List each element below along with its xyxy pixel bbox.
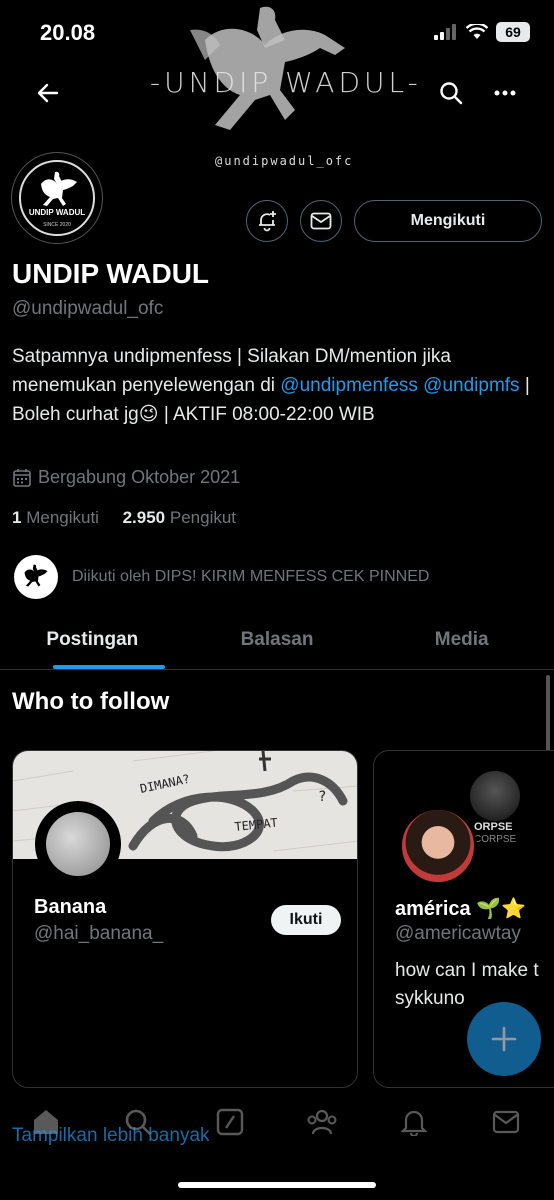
signal-icon [434,24,456,40]
followers-label: Pengikut [169,508,237,527]
tab-media[interactable]: Media [369,610,554,669]
avatar-name-text: UNDIP WADUL [28,208,86,217]
followers-count: 2.950 [122,508,166,527]
status-time: 20.08 [40,20,96,45]
avatar-since-text: SINCE 2020 [43,222,71,228]
more-button[interactable] [485,73,525,113]
grok-icon [216,1108,244,1136]
who-to-follow-title: Who to follow [12,688,170,715]
followed-by[interactable]: Diikuti oleh DIPS! KIRIM MENFESS CEK PIN… [14,555,429,599]
suggestion-card-banana[interactable]: DIMANA? TEMPAT ? Banana @hai_banana_ Iku… [12,750,358,1088]
following-label: Mengikuti [26,508,99,527]
wifi-icon [466,24,488,39]
followed-by-text: Diikuti oleh DIPS! KIRIM MENFESS CEK PIN… [72,568,430,585]
banner-handle: @undipwadul_ofc [215,154,354,168]
search-button[interactable] [431,73,471,113]
avatar-horse-icon [41,171,77,206]
profile-name: UNDIP WADUL [12,258,210,289]
joined-date: Bergabung Oktober 2021 [12,467,240,488]
profile-bio: Satpamnya undipmenfess | Silakan DM/ment… [12,342,542,429]
follow-stats: 1 Mengikuti 2.950 Pengikut [12,508,236,528]
bell-icon [400,1110,428,1136]
search-icon [440,82,463,105]
back-button[interactable] [28,73,68,113]
america-handle: @americawtay [395,923,521,944]
back-arrow-icon [37,83,59,103]
following-count: 1 [12,508,22,527]
america-badge-text: ORPSE [474,821,513,833]
america-secondary-avatar [470,771,520,821]
following-button[interactable]: Mengikuti [354,200,542,242]
america-avatar [399,807,477,885]
nav-notifications[interactable] [398,1106,430,1138]
nav-messages[interactable] [490,1106,522,1138]
nav-communities[interactable] [306,1106,338,1138]
tab-postingan[interactable]: Postingan [0,610,185,669]
banner-word-dimana: DIMANA? [139,772,191,796]
followers-stat[interactable]: 2.950 Pengikut [123,508,236,527]
america-name: américa 🌱⭐ [395,898,526,920]
joined-text: Bergabung Oktober 2021 [38,467,241,487]
notify-button[interactable] [246,200,288,242]
banana-avatar [35,801,121,887]
america-description: how can I make t sykkuno [395,960,539,1009]
show-more-link[interactable]: Tampilkan lebih banyak [12,1125,210,1147]
america-badge-sub: CORPSE [474,834,517,845]
mail-icon [310,212,332,230]
battery-indicator: 69 [496,22,530,42]
bell-plus-icon [259,211,276,232]
more-icon [494,90,516,96]
plus-icon [491,1026,517,1052]
compose-button[interactable] [467,1002,541,1076]
banana-handle: @hai_banana_ [34,923,164,944]
followed-by-avatar [14,555,58,599]
banner-title: -UNDIP WADUL- [150,66,422,99]
nav-grok[interactable] [214,1106,246,1138]
banner-word-question: ? [318,789,326,805]
profile-avatar[interactable]: UNDIP WADUL SINCE 2020 [12,153,102,243]
profile-handle: @undipwadul_ofc [12,298,164,319]
message-button[interactable] [300,200,342,242]
status-icons: 69 [434,22,530,42]
profile-tabs: Postingan Balasan Media [0,610,554,670]
follow-banana-button[interactable]: Ikuti [271,905,341,935]
banner-word-tempat: TEMPAT [234,816,279,834]
bio-mention-undipmenfess[interactable]: @undipmenfess [280,375,418,396]
home-indicator [178,1182,376,1188]
bio-mention-undipmfs[interactable]: @undipmfs [423,375,519,396]
followed-by-horse-icon [24,564,48,587]
following-stat[interactable]: 1 Mengikuti [12,508,99,527]
tab-balasan[interactable]: Balasan [185,610,370,669]
mail-icon [492,1110,520,1134]
people-icon [307,1109,337,1135]
calendar-icon [13,468,31,487]
banana-name: Banana [34,896,107,918]
